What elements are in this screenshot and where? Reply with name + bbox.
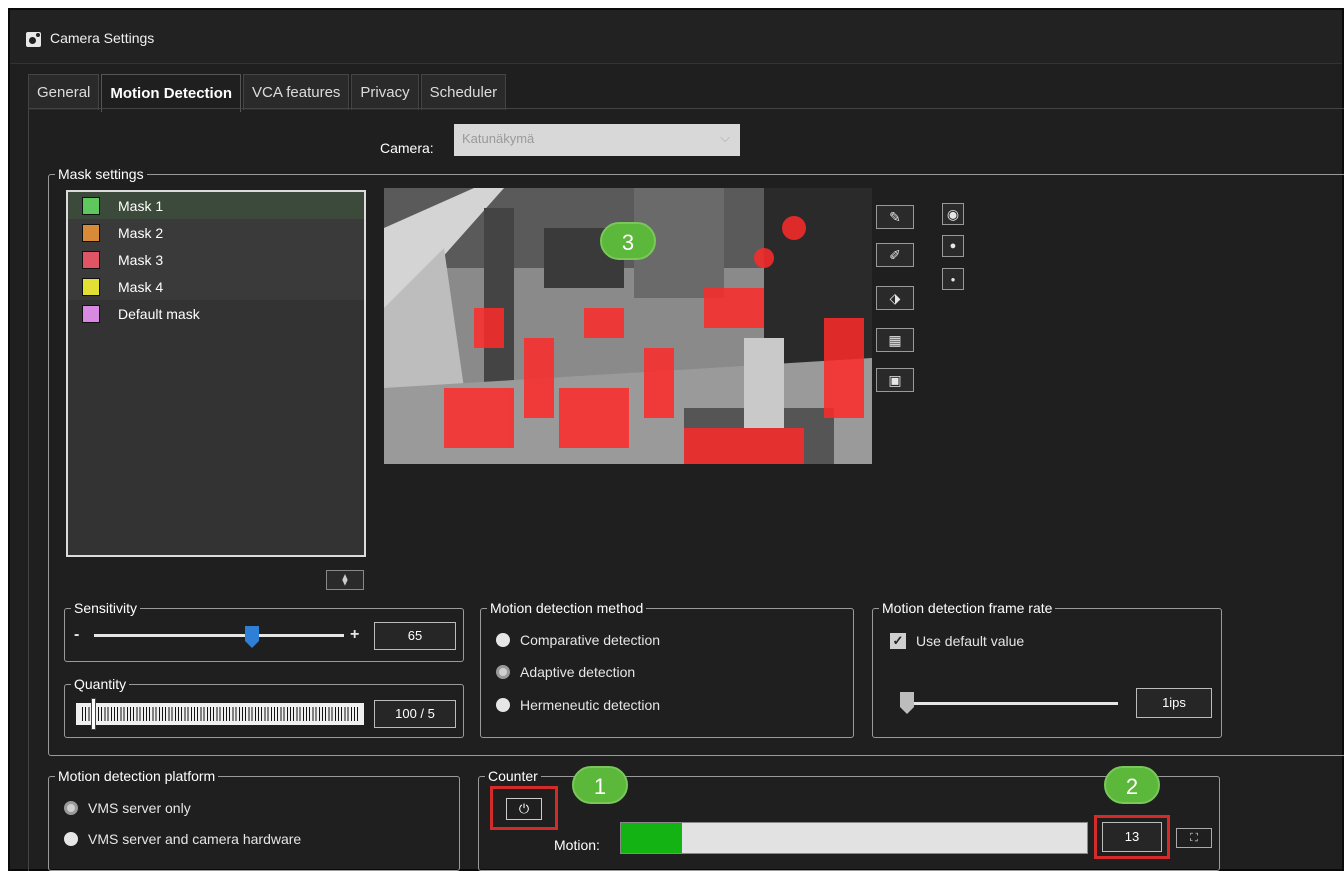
platform-group: Motion detection platform <box>48 768 460 871</box>
radio-adaptive-detection[interactable]: Adaptive detection <box>496 664 635 680</box>
mask-item-label: Mask 3 <box>118 251 164 268</box>
radio-button <box>496 633 510 647</box>
camera-select[interactable]: Katunäkymä <box>454 124 740 156</box>
radio-label: Hermeneutic detection <box>520 697 661 713</box>
tab-general[interactable]: General <box>28 74 100 110</box>
radio-button <box>496 698 510 712</box>
mask-item-label: Default mask <box>118 305 200 322</box>
screenshot-tool[interactable]: ▣ <box>876 368 914 392</box>
quantity-value[interactable]: 100 / 5 <box>374 700 456 728</box>
radio-label: VMS server and camera hardware <box>88 831 302 847</box>
mask-item-label: Mask 2 <box>118 224 164 241</box>
mask-settings-legend: Mask settings <box>58 166 144 182</box>
radio-label: Comparative detection <box>520 632 661 648</box>
callout-badge-3: 3 <box>600 222 656 260</box>
mask-item-label: Mask 4 <box>118 278 164 295</box>
eraser-tool[interactable]: ✐ <box>876 243 914 267</box>
tab-bar: General Motion Detection VCA features Pr… <box>28 74 507 112</box>
mask-4-swatch <box>82 277 100 296</box>
brush-size-large-icon[interactable]: ◉ <box>942 203 964 225</box>
counter-power-button[interactable]: ⏻ <box>506 798 542 820</box>
quantity-legend: Quantity <box>74 676 127 692</box>
camera-label: Camera: <box>380 140 434 156</box>
mask-item-4[interactable]: Mask 4 <box>68 273 364 300</box>
mask-3-swatch <box>82 250 100 269</box>
mask-item-label: Mask 1 <box>118 197 164 214</box>
motion-value: 13 <box>1102 822 1162 852</box>
sensitivity-plus[interactable]: + <box>350 626 359 644</box>
tab-privacy[interactable]: Privacy <box>351 74 419 110</box>
title-bar: Camera Settings <box>10 10 1342 64</box>
radio-hermeneutic-detection[interactable]: Hermeneutic detection <box>496 697 660 713</box>
default-mask-swatch <box>82 304 100 323</box>
frame-rate-legend: Motion detection frame rate <box>882 600 1053 616</box>
window-title: Camera Settings <box>50 30 155 46</box>
power-icon: ⏻ <box>518 801 530 816</box>
mask-1-swatch <box>82 196 100 215</box>
tab-scheduler[interactable]: Scheduler <box>420 74 507 110</box>
platform-legend: Motion detection platform <box>58 768 216 784</box>
frame-rate-slider-thumb[interactable] <box>900 692 914 714</box>
sensitivity-legend: Sensitivity <box>74 600 138 616</box>
sensitivity-value[interactable]: 65 <box>374 622 456 650</box>
counter-legend: Counter <box>488 768 538 784</box>
mask-item-3[interactable]: Mask 3 <box>68 246 364 273</box>
radio-label: VMS server only <box>88 800 191 816</box>
grid-tool[interactable]: ▦ <box>876 328 914 352</box>
radio-vms-server-only[interactable]: VMS server only <box>64 800 191 816</box>
sensitivity-slider-thumb[interactable] <box>245 626 259 648</box>
checkbox-label: Use default value <box>916 633 1025 649</box>
callout-badge-1: 1 <box>572 766 628 804</box>
frame-rate-value[interactable]: 1ips <box>1136 688 1212 718</box>
pencil-tool[interactable]: ✎ <box>876 205 914 229</box>
mask-list[interactable]: Mask 1 Mask 2 Mask 3 Mask 4 Default mask <box>66 190 366 557</box>
fill-tool[interactable]: ⬗ <box>876 286 914 310</box>
use-default-value-checkbox[interactable]: ✓ Use default value <box>890 633 1024 649</box>
mask-2-swatch <box>82 223 100 242</box>
radio-vms-server-and-camera[interactable]: VMS server and camera hardware <box>64 831 301 847</box>
tab-vca-features[interactable]: VCA features <box>243 74 350 110</box>
brush-size-medium-icon[interactable]: ● <box>942 235 964 257</box>
reset-icon: ⛶ <box>1190 832 1198 844</box>
sensitivity-minus[interactable]: - <box>74 626 79 644</box>
mask-item-default[interactable]: Default mask <box>68 300 364 327</box>
mask-item-2[interactable]: Mask 2 <box>68 219 364 246</box>
sensitivity-slider-track[interactable] <box>94 634 344 637</box>
checkbox-checked-icon: ✓ <box>890 633 906 649</box>
radio-button <box>64 832 78 846</box>
callout-badge-2: 2 <box>1104 766 1160 804</box>
motion-bar <box>620 822 1088 854</box>
motion-label: Motion: <box>554 837 600 853</box>
camera-settings-icon <box>26 32 41 47</box>
quantity-slider-thumb[interactable] <box>91 698 96 730</box>
counter-reset-button[interactable]: ⛶ <box>1176 828 1212 848</box>
brush-size-small-icon[interactable]: ● <box>942 268 964 290</box>
radio-comparative-detection[interactable]: Comparative detection <box>496 632 660 648</box>
quantity-slider[interactable] <box>76 703 364 725</box>
radio-button-selected <box>496 665 510 679</box>
tab-motion-detection[interactable]: Motion Detection <box>101 74 242 112</box>
motion-method-legend: Motion detection method <box>490 600 644 616</box>
mask-options-button[interactable]: ⧫ <box>326 570 364 590</box>
radio-button-selected <box>64 801 78 815</box>
frame-rate-slider-track[interactable] <box>906 702 1118 705</box>
motion-bar-fill <box>621 823 682 853</box>
radio-label: Adaptive detection <box>520 664 636 680</box>
mask-item-1[interactable]: Mask 1 <box>68 192 364 219</box>
